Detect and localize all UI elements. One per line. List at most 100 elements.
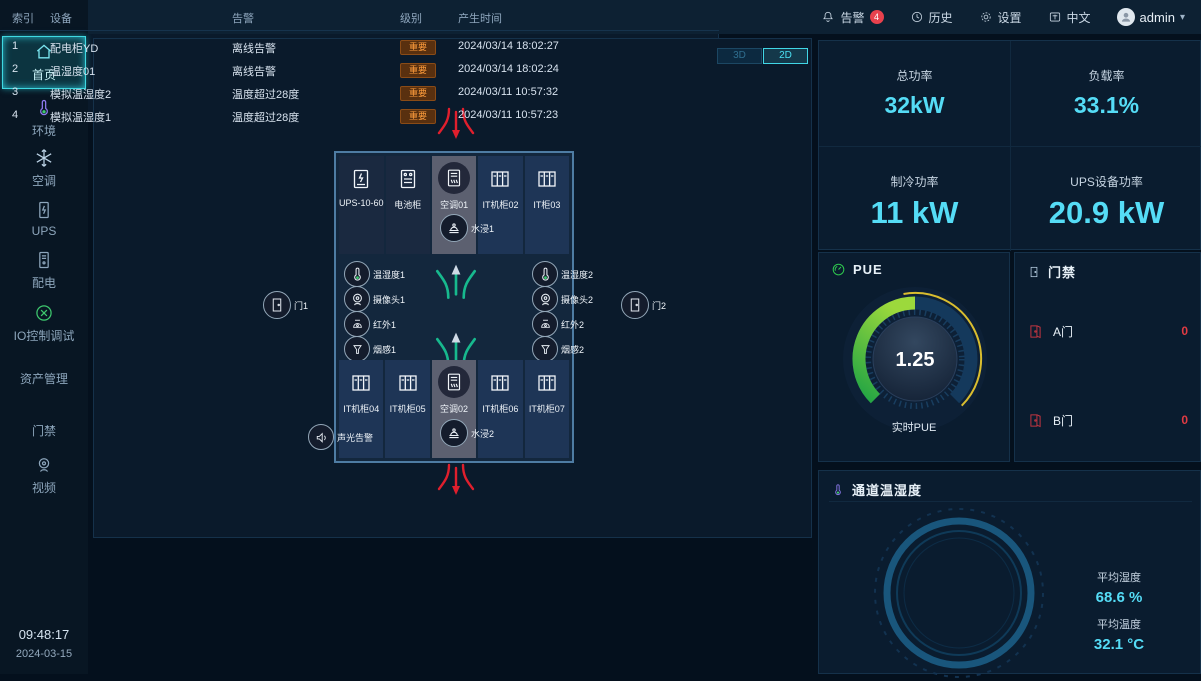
thermometer-icon: [831, 483, 845, 497]
username: admin: [1140, 10, 1175, 25]
rack-it-03[interactable]: IT柜03: [525, 156, 569, 254]
sensor-camera-2[interactable]: 摄像头2: [532, 286, 593, 312]
sidebar-item-ups[interactable]: UPS: [0, 200, 88, 238]
it-rack-icon: [488, 164, 512, 194]
language-label: 中文: [1067, 9, 1091, 26]
stat-ups-power: UPS设备功率 20.9 kW: [1011, 147, 1201, 252]
sidebar-item-ac[interactable]: 空调: [0, 148, 88, 189]
channel-readouts: 平均湿度 68.6 % 平均温度 32.1 °C: [1039, 559, 1199, 653]
channel-temphum-panel: 通道温湿度 平均湿度 68.6 % 平均温度 32.1 °C: [818, 470, 1201, 674]
sidebar-item-power[interactable]: 配电: [0, 250, 88, 291]
level-badge: 重要: [400, 86, 436, 101]
avg-temperature-label: 平均温度: [1039, 616, 1199, 632]
history-label: 历史: [929, 9, 953, 26]
sidebar-item-io-debug[interactable]: IO控制调试: [0, 303, 88, 344]
sensor-temphum-1[interactable]: 温湿度1: [344, 261, 405, 287]
server-room: UPS-10-60 电池柜 空调01 IT机柜02 IT柜03 水浸1: [334, 151, 574, 463]
language-menu[interactable]: 中文: [1048, 9, 1091, 26]
it-rack-icon: [488, 368, 512, 398]
door-a-alarm-count: 0: [1181, 324, 1188, 338]
ac-unit-icon: [438, 366, 470, 398]
sidebar-item-label: UPS: [32, 224, 57, 238]
sensor-infrared-2[interactable]: 红外2: [532, 311, 584, 337]
sidebar-item-label: 配电: [32, 274, 56, 291]
rack-ups[interactable]: UPS-10-60: [339, 156, 384, 254]
door-1[interactable]: 门1: [263, 291, 308, 319]
stat-cooling-power: 制冷功率 11 kW: [819, 147, 1010, 252]
divider: [0, 30, 719, 31]
table-row[interactable]: 4 模拟温湿度1 温度超过28度 重要 2024/03/11 10:57:23: [0, 109, 719, 119]
language-icon: [1048, 10, 1062, 24]
sidebar-item-label: IO控制调试: [14, 327, 75, 344]
settings-menu[interactable]: 设置: [979, 9, 1022, 26]
rack-battery[interactable]: 电池柜: [386, 156, 430, 254]
infrared-icon: [344, 311, 370, 337]
topbar: 告警 4 历史 设置 中文 admin ▾: [88, 0, 1201, 34]
sidebar-item-video[interactable]: 视频: [0, 455, 88, 496]
sensor-water-2[interactable]: 水浸2: [440, 419, 494, 447]
sidebar-item-access[interactable]: 门禁: [0, 422, 88, 439]
hot-airflow-bottom-icon: [436, 463, 476, 499]
access-door-b[interactable]: B门 0: [1027, 410, 1188, 430]
col-header-index: 索引: [12, 10, 34, 26]
gear-icon: [979, 10, 993, 24]
sound-light-alarm[interactable]: 声光告警: [308, 424, 373, 450]
door-b-alarm-count: 0: [1181, 413, 1188, 427]
pue-header: PUE: [831, 262, 883, 277]
chevron-down-icon: ▾: [1180, 12, 1185, 23]
sensor-water-1[interactable]: 水浸1: [440, 214, 494, 242]
sidebar-item-label: 空调: [32, 172, 56, 189]
bell-icon: [821, 10, 835, 24]
camera-icon: [34, 455, 54, 475]
avg-humidity-label: 平均湿度: [1039, 569, 1199, 585]
battery-cabinet-icon: [396, 164, 420, 194]
power-cabinet-icon: [34, 250, 54, 270]
ac-unit-icon: [438, 162, 470, 194]
table-row[interactable]: 1 配电柜YD 离线告警 重要 2024/03/14 18:02:27: [0, 40, 719, 56]
alarm-menu[interactable]: 告警 4: [821, 9, 883, 26]
level-badge: 重要: [400, 40, 436, 55]
snowflake-icon: [34, 148, 54, 168]
user-menu[interactable]: admin ▾: [1117, 8, 1185, 26]
camera-icon: [344, 286, 370, 312]
ups-battery-icon: [34, 200, 54, 220]
it-rack-icon: [535, 164, 559, 194]
col-header-alarm: 告警: [232, 10, 254, 26]
sound-light-alarm-icon: [308, 424, 334, 450]
current-time: 09:48:17: [0, 627, 88, 642]
pue-gauge-icon: [831, 262, 846, 277]
door-2[interactable]: 门2: [621, 291, 666, 319]
rack-it-07[interactable]: IT机柜07: [525, 360, 569, 458]
thermometer-icon: [344, 261, 370, 287]
sensor-camera-1[interactable]: 摄像头1: [344, 286, 405, 312]
col-header-device: 设备: [50, 10, 72, 26]
sensor-infrared-1[interactable]: 红外1: [344, 311, 396, 337]
col-header-time: 产生时间: [458, 10, 502, 26]
alarm-count-badge: 4: [870, 10, 884, 24]
current-date: 2024-03-15: [0, 648, 88, 660]
door-icon: [263, 291, 291, 319]
access-door-a[interactable]: A门 0: [1027, 321, 1188, 341]
level-badge: 重要: [400, 109, 436, 119]
io-circle-icon: [34, 303, 54, 323]
red-door-icon: [1027, 323, 1044, 340]
sidebar-item-label: 门禁: [32, 422, 56, 439]
avg-humidity-value: 68.6 %: [1039, 589, 1199, 606]
pue-gauge: 1.25: [825, 281, 1005, 431]
red-door-icon: [1027, 412, 1044, 429]
thermometer-icon: [532, 261, 558, 287]
door-icon: [621, 291, 649, 319]
rack-it-05[interactable]: IT机柜05: [385, 360, 429, 458]
history-menu[interactable]: 历史: [910, 9, 953, 26]
user-icon: [1119, 10, 1133, 24]
access-control-panel: 门禁 A门 0 B门 0: [1014, 252, 1201, 462]
sidebar-item-assets[interactable]: 资产管理: [0, 370, 88, 387]
level-badge: 重要: [400, 63, 436, 78]
table-row[interactable]: 3 模拟温湿度2 温度超过28度 重要 2024/03/11 10:57:32: [0, 86, 719, 102]
it-rack-icon: [396, 368, 420, 398]
sidebar-item-label: 资产管理: [20, 370, 68, 387]
table-row[interactable]: 2 温湿度01 离线告警 重要 2024/03/14 18:02:24: [0, 63, 719, 79]
pue-caption: 实时PUE: [819, 419, 1009, 435]
sensor-temphum-2[interactable]: 温湿度2: [532, 261, 593, 287]
avg-temperature-value: 32.1 °C: [1039, 636, 1199, 653]
